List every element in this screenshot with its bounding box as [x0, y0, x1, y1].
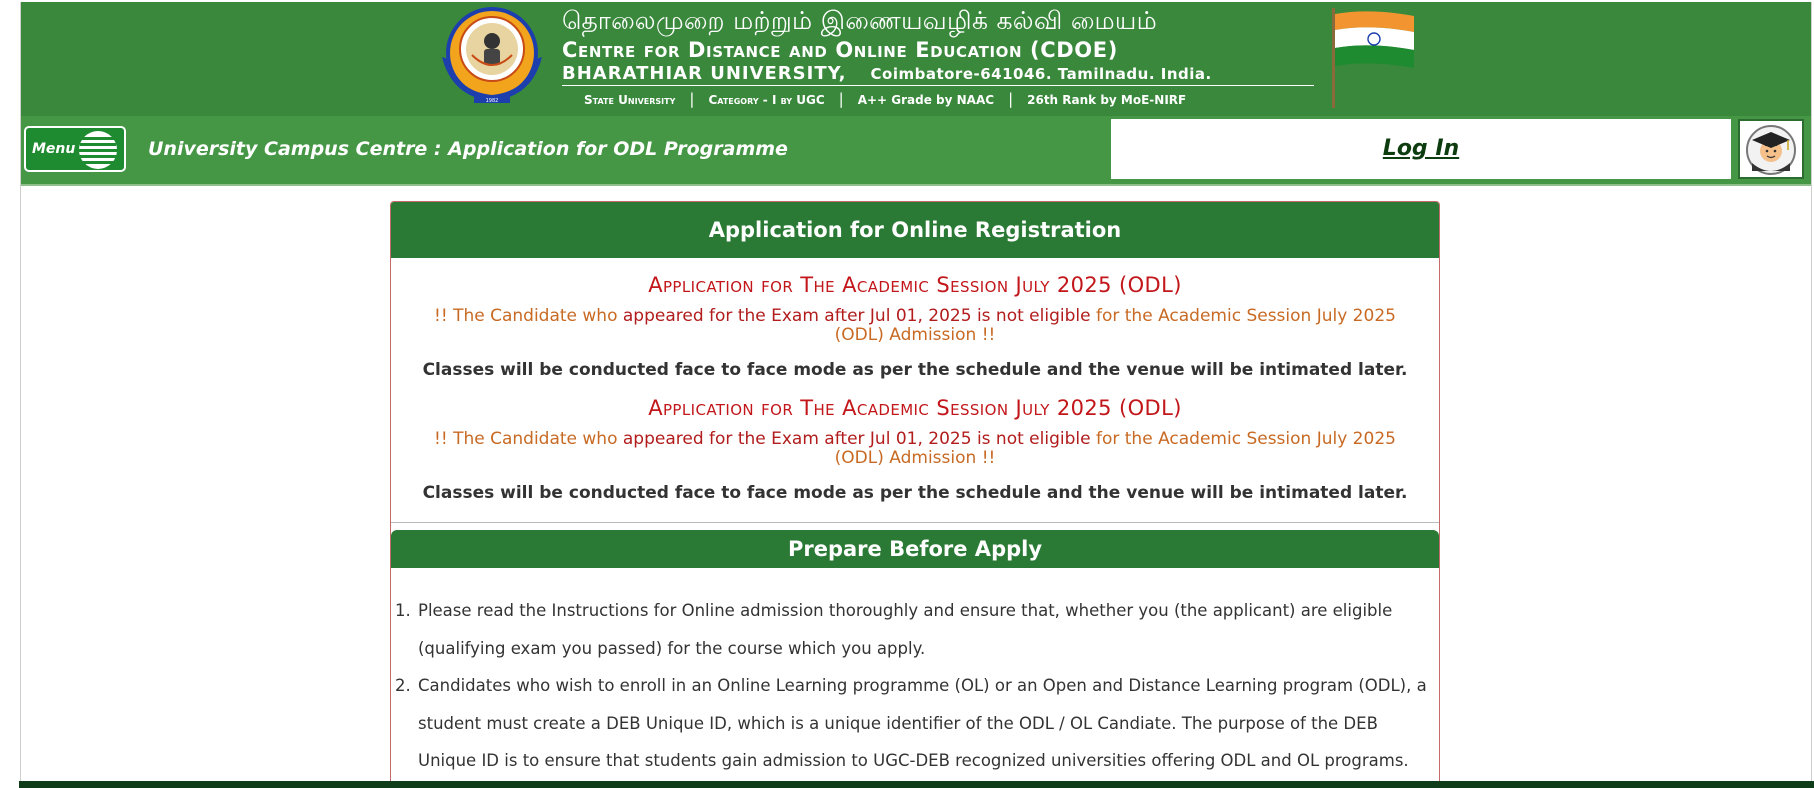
eligibility-notice: !! The Candidate who appeared for the Ex…	[421, 430, 1409, 468]
page-title: University Campus Centre : Application f…	[148, 138, 788, 160]
separator: |	[689, 90, 695, 108]
university-emblem-icon: 1982	[442, 7, 542, 104]
classes-note: Classes will be conducted face to face m…	[422, 360, 1408, 380]
credential-naac: A++ Grade by NAAC	[857, 93, 995, 107]
credential-state-university: State University	[584, 93, 676, 107]
separator: |	[1008, 90, 1014, 108]
tamil-title: தொலைமுறை மற்றும் இணையவழிக் கல்வி மையம்	[562, 6, 1158, 35]
graduate-avatar-icon	[1746, 125, 1796, 175]
section-divider	[391, 522, 1439, 523]
session-block: Application for The Academic Session Jul…	[391, 395, 1439, 504]
header-title-block: தொலைமுறை மற்றும் இணையவழிக் கல்வி மையம் C…	[562, 4, 1324, 108]
session-title: Application for The Academic Session Jul…	[648, 273, 1182, 297]
notice-text: !! The Candidate who	[434, 306, 623, 326]
header-banner: 1982 தொலைமுறை மற்றும் இணையவழிக் கல்வி மை…	[21, 2, 1811, 116]
registration-heading: Application for Online Registration	[391, 202, 1439, 258]
footer-bar	[19, 781, 1814, 788]
session-block: Application for The Academic Session Jul…	[391, 272, 1439, 381]
university-name: BHARATHIAR UNIVERSITY,	[562, 63, 847, 84]
credential-nirf: 26th Rank by MoE-NIRF	[1027, 93, 1187, 107]
menu-lines-icon	[79, 131, 117, 169]
menu-button[interactable]: Menu	[24, 126, 126, 172]
login-link[interactable]: Log In	[1111, 136, 1731, 161]
classes-note: Classes will be conducted face to face m…	[422, 483, 1408, 503]
credential-category: Category - I by UGC	[708, 93, 825, 107]
svg-text:1982: 1982	[486, 98, 499, 104]
separator: |	[838, 90, 844, 108]
list-item: Please read the Instructions for Online …	[416, 592, 1439, 667]
login-area: Log In	[1111, 119, 1731, 179]
avatar-button[interactable]	[1738, 119, 1804, 179]
page-frame: 1982 தொலைமுறை மற்றும் இணையவழிக் கல்வி மை…	[20, 2, 1812, 782]
navbar: Menu University Campus Centre : Applicat…	[21, 116, 1811, 186]
menu-label: Menu	[32, 141, 76, 157]
notice-highlight: appeared for the Exam after Jul 01, 2025…	[622, 306, 1091, 326]
indian-flag-icon	[1332, 8, 1414, 108]
instructions-list: Please read the Instructions for Online …	[391, 592, 1439, 780]
session-title: Application for The Academic Session Jul…	[648, 396, 1182, 420]
list-item: Candidates who wish to enroll in an Onli…	[416, 667, 1439, 780]
centre-name: Centre for Distance and Online Education…	[562, 38, 1118, 62]
university-line: BHARATHIAR UNIVERSITY, Coimbatore-641046…	[562, 63, 1314, 86]
prepare-heading: Prepare Before Apply	[391, 530, 1439, 568]
eligibility-notice: !! The Candidate who appeared for the Ex…	[421, 307, 1409, 345]
university-address: Coimbatore-641046. Tamilnadu. India.	[870, 65, 1212, 83]
notice-highlight: appeared for the Exam after Jul 01, 2025…	[622, 429, 1091, 449]
registration-panel: Application for Online Registration Appl…	[390, 201, 1440, 782]
credentials-line: State University | Category - I by UGC |…	[562, 90, 1324, 108]
notice-text: !! The Candidate who	[434, 429, 623, 449]
